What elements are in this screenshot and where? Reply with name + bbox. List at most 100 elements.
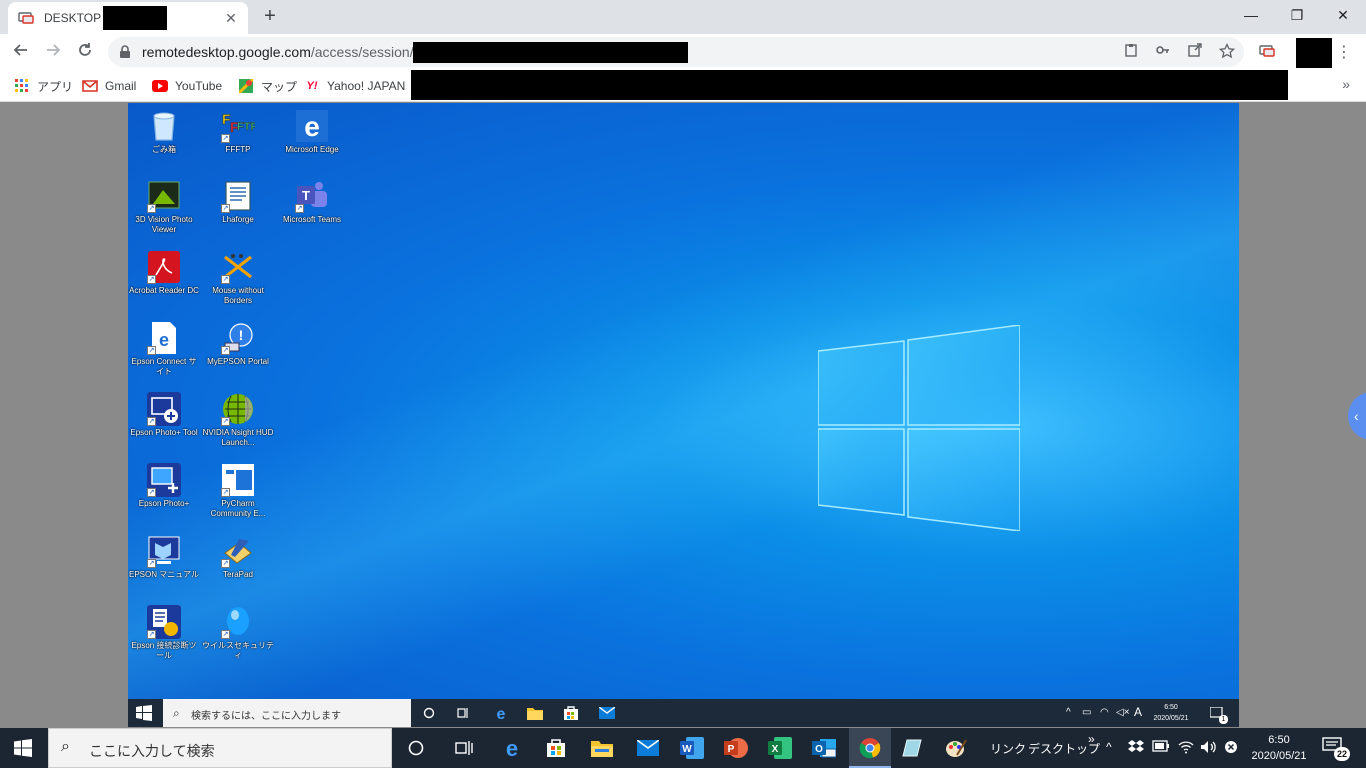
store-icon[interactable]: [544, 736, 568, 760]
url-path: /access/session/: [310, 44, 414, 60]
edge-icon[interactable]: e: [500, 736, 524, 760]
edge-icon[interactable]: e: [492, 704, 510, 722]
search-icon: ⌕: [173, 706, 180, 720]
bookmark-apps[interactable]: アプリ: [14, 77, 73, 95]
open-external-icon[interactable]: [1186, 43, 1204, 61]
show-hidden-icons-icon[interactable]: ^: [1066, 707, 1071, 718]
remote-desktop-view[interactable]: ごみ箱 ↗ 3D Vision Photo Viewer ↗ Acrobat R…: [128, 103, 1239, 727]
svg-text:P: P: [728, 744, 735, 755]
remote-notification-icon[interactable]: 1: [1208, 704, 1228, 724]
remote-start-icon[interactable]: [136, 705, 152, 721]
task-view-icon[interactable]: [452, 736, 476, 760]
tab-close-icon[interactable]: ✕: [222, 9, 240, 27]
desktop-icon-pycharm[interactable]: ↗ PyCharm Community E...: [202, 463, 274, 519]
dropbox-icon[interactable]: [1128, 740, 1144, 757]
desktop-icon-3d-vision[interactable]: ↗ 3D Vision Photo Viewer: [128, 179, 200, 235]
store-icon[interactable]: [562, 704, 580, 722]
edge-legacy-icon: e: [295, 109, 329, 143]
shortcut-arrow-icon: ↗: [221, 417, 230, 426]
desktop-icon-nvidia-nsight[interactable]: ↗ NVIDIA Nsight HUD Launch...: [202, 392, 274, 448]
ime-indicator[interactable]: A: [1134, 705, 1142, 719]
toolbar-more-icon[interactable]: »: [1088, 732, 1095, 746]
volume-icon[interactable]: ◁×: [1116, 707, 1130, 718]
outlook-icon[interactable]: O: [812, 736, 836, 760]
show-hidden-icons-icon[interactable]: ^: [1106, 740, 1112, 754]
desktop-icon-ffftp[interactable]: F F FTP ↗ FFFTP: [202, 109, 274, 155]
desktop-icon-terapad[interactable]: ↗ TeraPad: [202, 534, 274, 580]
bookmark-maps[interactable]: マップ: [238, 77, 297, 95]
cortana-icon[interactable]: [404, 736, 428, 760]
shortcut-arrow-icon: ↗: [221, 204, 230, 213]
desktop-icon-epson-photo-tool[interactable]: ↗ Epson Photo+ Tool: [128, 392, 200, 438]
notification-center-icon[interactable]: 22: [1322, 737, 1352, 761]
wifi-icon[interactable]: ◠: [1100, 707, 1109, 718]
desktop-icon-epson-manual[interactable]: ↗ EPSON マニュアル: [128, 534, 200, 580]
bookmark-youtube[interactable]: YouTube: [152, 77, 222, 95]
desktop-icon-edge[interactable]: e Microsoft Edge: [276, 109, 348, 155]
address-bar[interactable]: remotedesktop.google.com/access/session/: [108, 37, 1244, 67]
desktop-icon-epson-connect[interactable]: e ↗ Epson Connect サイト: [128, 321, 200, 377]
back-button[interactable]: [8, 39, 34, 65]
session-options-handle[interactable]: ‹: [1348, 392, 1366, 440]
powerpoint-icon[interactable]: P: [724, 736, 748, 760]
forward-button[interactable]: [40, 39, 66, 65]
clock[interactable]: 6:50 2020/05/21: [1244, 732, 1314, 764]
excel-icon[interactable]: X: [768, 736, 792, 760]
remote-desktop-extension-icon[interactable]: [1258, 43, 1276, 61]
close-circle-icon[interactable]: [1224, 740, 1238, 757]
reload-button[interactable]: [72, 39, 98, 65]
desktop-icon-virus-security[interactable]: ↗ ウイルスセキュリティ: [202, 605, 274, 661]
redacted-block: [413, 42, 688, 63]
clipboard-icon[interactable]: [1122, 43, 1140, 61]
star-bookmark-icon[interactable]: [1218, 42, 1236, 61]
bookmarks-bar: アプリ Gmail YouTube マップ Y! Yahoo! JAPAN »: [0, 70, 1366, 102]
file-explorer-icon[interactable]: [526, 704, 544, 722]
battery-icon[interactable]: [1152, 740, 1170, 755]
chrome-icon[interactable]: [858, 736, 882, 760]
desktop-icon-label: ごみ箱: [152, 145, 176, 154]
remote-clock[interactable]: 6:50 2020/05/21: [1146, 702, 1196, 724]
myepson-portal-icon: ! ↗: [221, 321, 255, 355]
desktop-icon-epson-photo-plus[interactable]: ↗ Epson Photo+: [128, 463, 200, 509]
local-taskbar: ⌕ ここに入力して検索 e W P X O リンク デスクトップ » ^ 6:5…: [0, 728, 1366, 768]
desktop-icon-myepson-portal[interactable]: ! ↗ MyEPSON Portal: [202, 321, 274, 367]
mail-icon[interactable]: [636, 736, 660, 760]
shortcut-arrow-icon: ↗: [221, 275, 230, 284]
bookmark-yahoo[interactable]: Y! Yahoo! JAPAN: [304, 77, 406, 95]
maximize-button[interactable]: ❐: [1274, 0, 1320, 30]
taskbar-search-box[interactable]: ⌕ ここに入力して検索: [48, 728, 392, 768]
paint-icon[interactable]: [944, 736, 968, 760]
toolbar-links[interactable]: リンク: [990, 740, 1026, 757]
wifi-icon[interactable]: [1178, 740, 1194, 757]
start-icon[interactable]: [14, 739, 32, 757]
bookmarks-more-icon[interactable]: »: [1342, 76, 1350, 92]
task-view-icon[interactable]: [454, 704, 472, 722]
mail-icon[interactable]: [598, 704, 616, 722]
desktop-icon-mouse-without-borders[interactable]: ↗ Mouse without Borders: [202, 250, 274, 306]
bookmark-gmail[interactable]: Gmail: [82, 77, 136, 95]
browser-menu-icon[interactable]: ⋮: [1336, 42, 1352, 64]
shortcut-arrow-icon: ↗: [221, 559, 230, 568]
file-explorer-icon[interactable]: [590, 736, 614, 760]
desktop-icon-lhaforge[interactable]: ↗ Lhaforge: [202, 179, 274, 225]
browser-tab[interactable]: DESKTOP ✕: [8, 2, 248, 34]
word-icon[interactable]: W: [680, 736, 704, 760]
key-icon[interactable]: [1154, 43, 1172, 61]
epson-connection-diagnostic-icon: ↗: [147, 605, 181, 639]
cortana-icon[interactable]: [420, 704, 438, 722]
desktop-icon-acrobat[interactable]: ↗ Acrobat Reader DC: [128, 250, 200, 296]
battery-icon[interactable]: ▭: [1082, 707, 1091, 718]
remote-search-box[interactable]: ⌕ 検索するには、ここに入力します: [163, 699, 411, 727]
volume-icon[interactable]: [1200, 740, 1218, 757]
shortcut-arrow-icon: ↗: [147, 559, 156, 568]
desktop-icon-recycle-bin[interactable]: ごみ箱: [128, 109, 200, 155]
eraser-tool-icon[interactable]: [900, 736, 924, 760]
mouse-without-borders-icon: ↗: [221, 250, 255, 284]
new-tab-button[interactable]: +: [258, 5, 282, 29]
desktop-icon-teams[interactable]: T ↗ Microsoft Teams: [276, 179, 348, 225]
close-window-button[interactable]: ✕: [1320, 0, 1366, 30]
shortcut-arrow-icon: ↗: [221, 488, 230, 497]
desktop-icon-epson-connection-diag[interactable]: ↗ Epson 接続診断ツール: [128, 605, 200, 661]
minimize-button[interactable]: —: [1228, 0, 1274, 30]
redacted-profile[interactable]: [1296, 38, 1332, 68]
